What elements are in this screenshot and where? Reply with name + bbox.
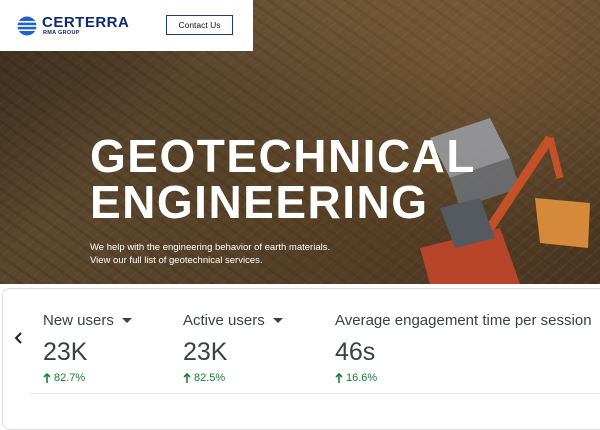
metric-value: 46s (335, 338, 600, 367)
brand-subtitle: RMA GROUP (43, 30, 80, 36)
metric-label: Average engagement time per session (335, 312, 592, 329)
metric-change-value: 82.5% (194, 372, 225, 384)
globe-logo-icon (17, 16, 37, 36)
metric-change-value: 82.7% (54, 372, 85, 384)
metric-value: 23K (43, 338, 132, 367)
arrow-up-icon (183, 373, 191, 383)
hero-description: We help with the engineering behavior of… (90, 241, 330, 267)
metric-active-users: Active users 23K 82.5% (183, 312, 283, 384)
caret-down-icon (273, 318, 283, 323)
metric-change-value: 16.6% (346, 372, 377, 384)
metric-change: 82.7% (43, 372, 132, 384)
hero-title-line-2: ENGINEERING (90, 179, 476, 225)
brand-name[interactable]: CERTERRA (42, 14, 129, 31)
hero-title-line-1: GEOTECHNICAL (90, 133, 476, 179)
arrow-up-icon (43, 373, 51, 383)
hero-title: GEOTECHNICAL ENGINEERING (90, 133, 476, 225)
metric-value: 23K (183, 338, 283, 367)
metric-new-users: New users 23K 82.7% (43, 312, 132, 384)
metric-label-dropdown[interactable]: New users (43, 312, 132, 329)
hero-banner: CERTERRA RMA GROUP Contact Us GEOTECHNIC… (0, 0, 600, 284)
chevron-left-icon[interactable] (12, 331, 26, 345)
metric-label-dropdown[interactable]: Average engagement time per session (335, 312, 600, 329)
hero-description-line-2: View our full list of geotechnical servi… (90, 254, 330, 267)
contact-us-button[interactable]: Contact Us (166, 15, 233, 35)
hero-description-line-1: We help with the engineering behavior of… (90, 241, 330, 254)
metric-label: New users (43, 312, 114, 329)
arrow-up-icon (335, 373, 343, 383)
caret-down-icon (122, 318, 132, 323)
metric-label-dropdown[interactable]: Active users (183, 312, 283, 329)
metric-avg-engagement-time: Average engagement time per session 46s … (335, 312, 600, 384)
metric-change: 82.5% (183, 372, 283, 384)
metric-label: Active users (183, 312, 265, 329)
panel-divider (30, 393, 600, 394)
metric-change: 16.6% (335, 372, 600, 384)
site-header: CERTERRA RMA GROUP Contact Us (0, 0, 253, 51)
